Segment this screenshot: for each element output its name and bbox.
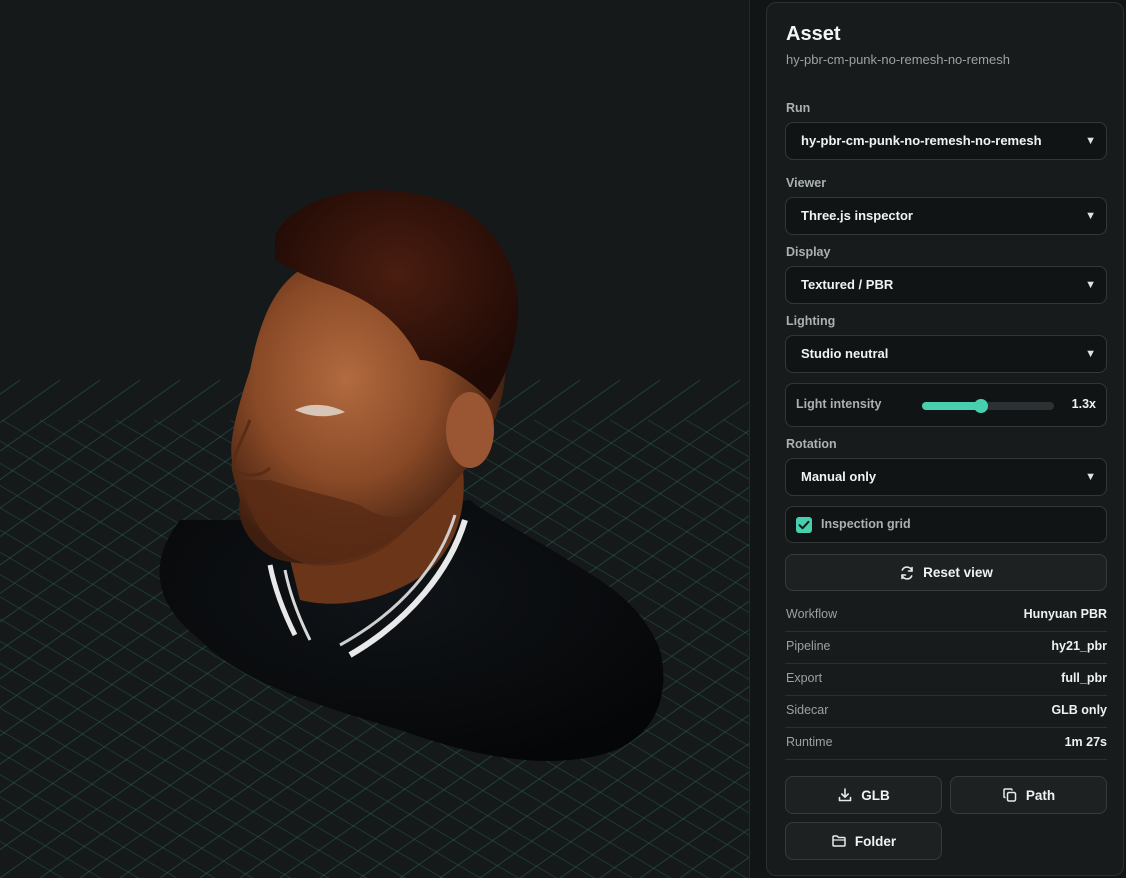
chevron-down-icon: ▼ (1085, 279, 1096, 291)
display-select[interactable]: Textured / PBR ▼ (785, 266, 1107, 304)
folder-label: Folder (854, 833, 897, 849)
info-value: 1m 27s (1064, 735, 1107, 749)
lighting-label: Lighting (786, 314, 836, 328)
info-row-sidecar: Sidecar GLB only (785, 696, 1107, 728)
info-key: Export (786, 671, 823, 685)
slider-fill (922, 402, 982, 410)
copy-icon (1003, 788, 1017, 802)
info-value: GLB only (1051, 703, 1107, 717)
viewer-select-value: Three.js inspector (801, 208, 913, 223)
display-label: Display (786, 245, 831, 259)
3d-viewport[interactable] (0, 0, 750, 878)
info-row-pipeline: Pipeline hy21_pbr (785, 632, 1107, 664)
chevron-down-icon: ▼ (1085, 471, 1096, 483)
light-intensity-slider[interactable] (922, 399, 1054, 413)
info-row-runtime: Runtime 1m 27s (785, 728, 1107, 760)
viewer-select[interactable]: Three.js inspector ▼ (785, 197, 1107, 235)
rotation-select[interactable]: Manual only ▼ (785, 458, 1107, 496)
asset-panel: Asset hy-pbr-cm-punk-no-remesh-no-remesh… (766, 2, 1124, 876)
refresh-icon (901, 565, 913, 580)
info-key: Sidecar (786, 703, 829, 717)
download-icon (838, 788, 852, 802)
path-label: Path (1025, 787, 1056, 803)
inspection-grid-label: Inspection grid (821, 517, 911, 531)
model-render (159, 190, 664, 761)
light-intensity-label: Light intensity (796, 397, 882, 411)
chevron-down-icon: ▼ (1085, 135, 1096, 147)
asset-name: hy-pbr-cm-punk-no-remesh-no-remesh (786, 52, 1010, 67)
folder-icon (832, 835, 846, 847)
run-select-value: hy-pbr-cm-punk-no-remesh-no-remesh (801, 133, 1042, 148)
info-key: Runtime (786, 735, 833, 749)
chevron-down-icon: ▼ (1085, 348, 1096, 360)
lighting-select-value: Studio neutral (801, 346, 889, 361)
info-value: hy21_pbr (1051, 639, 1107, 653)
info-key: Pipeline (786, 639, 831, 653)
inspection-grid-toggle[interactable]: Inspection grid (785, 506, 1107, 543)
info-key: Workflow (786, 607, 838, 621)
slider-thumb[interactable] (974, 399, 989, 413)
lighting-select[interactable]: Studio neutral ▼ (785, 335, 1107, 373)
info-value: Hunyuan PBR (1023, 607, 1107, 621)
info-value: full_pbr (1061, 671, 1107, 685)
info-row-export: Export full_pbr (785, 664, 1107, 696)
checkbox-checked-icon[interactable] (796, 517, 812, 533)
copy-path-button[interactable]: Path (950, 776, 1107, 814)
run-label: Run (786, 101, 811, 115)
rotation-select-value: Manual only (801, 469, 877, 484)
light-intensity-value: 1.3x (1071, 397, 1096, 411)
chevron-down-icon: ▼ (1085, 210, 1096, 222)
info-row-workflow: Workflow Hunyuan PBR (785, 600, 1107, 632)
download-glb-button[interactable]: GLB (785, 776, 942, 814)
reset-view-button[interactable]: Reset view (785, 554, 1107, 591)
reset-view-label: Reset view (923, 565, 993, 580)
open-folder-button[interactable]: Folder (785, 822, 942, 860)
rotation-label: Rotation (786, 437, 837, 451)
display-select-value: Textured / PBR (801, 277, 894, 292)
run-select[interactable]: hy-pbr-cm-punk-no-remesh-no-remesh ▼ (785, 122, 1107, 160)
viewer-label: Viewer (786, 176, 827, 190)
panel-title: Asset (786, 23, 841, 45)
light-intensity-control: Light intensity 1.3x (785, 383, 1107, 427)
glb-label: GLB (861, 787, 890, 803)
